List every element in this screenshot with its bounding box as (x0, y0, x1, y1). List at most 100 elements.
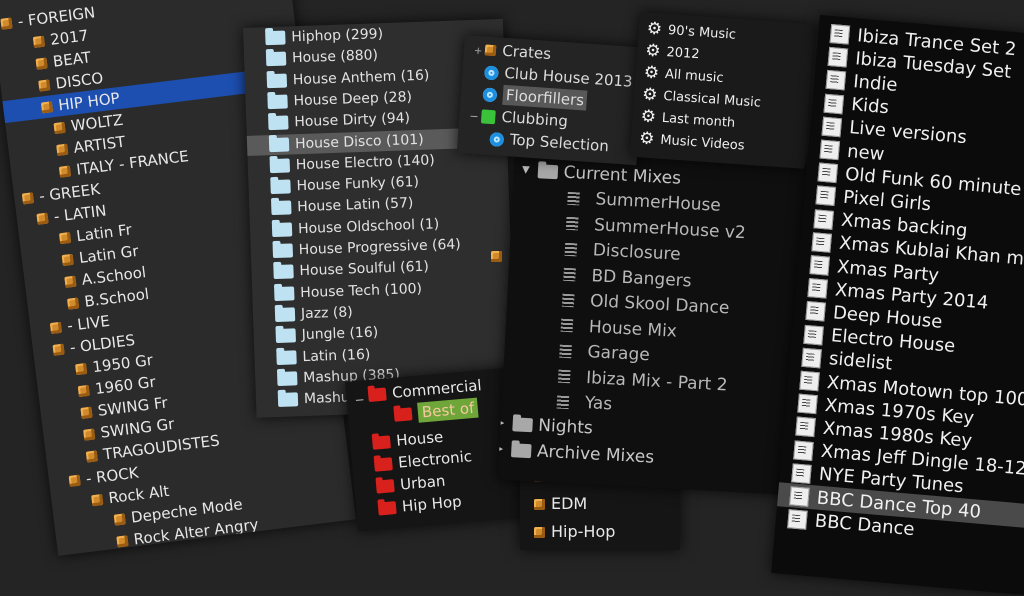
gear-icon: ⚙ (638, 128, 656, 150)
gear-icon: ⚙ (644, 40, 662, 62)
red-folder-item[interactable]: Hip Hop (377, 492, 463, 516)
red-folder-item[interactable]: Urban (375, 472, 446, 495)
cube-icon (38, 79, 51, 92)
smart-list-item[interactable]: ⚙ 2012 (644, 40, 700, 63)
mix-list-item[interactable]: BD Bangers (563, 265, 693, 291)
mix-list-item-label: Ibiza Mix - Part 2 (585, 367, 728, 395)
folder-item-label: House Funky (61) (296, 174, 420, 195)
folder-item[interactable]: House Anthem (16) (266, 67, 430, 88)
folder-item[interactable]: House Deep (28) (267, 89, 412, 109)
tree-item-label: - GREEK (38, 180, 101, 206)
folder-item-label: Latin (16) (302, 346, 371, 365)
mix-list-item-label: BD Bangers (591, 265, 693, 291)
tree-item[interactable]: - ROCK (68, 464, 140, 488)
smart-list-item[interactable]: ⚙ 90's Music (646, 19, 736, 44)
stray-cube-icon (491, 248, 502, 264)
red-folder-item-label: Electronic (397, 447, 473, 472)
folder-item[interactable]: House Tech (100) (274, 281, 422, 301)
cube-icon (83, 428, 96, 441)
cube-icon (40, 101, 54, 114)
folder-item[interactable]: Latin (16) (276, 346, 371, 365)
cube-icon (66, 297, 80, 310)
mix-list-item[interactable]: Disclosure (564, 240, 681, 265)
tree-item-label: 1950 Gr (91, 350, 154, 377)
genre-item-label: Hip-Hop (551, 522, 616, 541)
archive-mixes-folder[interactable]: ▶ Archive Mixes (498, 441, 655, 468)
mix-list-item-label: Old Skool Dance (589, 291, 730, 319)
folder-item[interactable]: House Progressive (64) (272, 237, 461, 258)
red-folder-item-label: Hip Hop (401, 492, 463, 516)
mix-list-item[interactable]: SummerHouse v2 (565, 215, 746, 243)
tree-item[interactable]: - LATIN (36, 201, 108, 226)
current-mixes-header[interactable]: ▼ Current Mixes (521, 162, 682, 189)
folder-item[interactable]: House Funky (61) (270, 174, 420, 195)
genre-item[interactable]: Hip-Hop (534, 524, 615, 540)
playlist-icon (825, 70, 847, 91)
smart-list-item[interactable]: ⚙ All music (643, 62, 724, 87)
red-folder-icon (375, 479, 395, 494)
tree-item-label: - LATIN (52, 201, 108, 226)
tree-item-label: - LIVE (66, 311, 111, 335)
smart-list-item[interactable]: ⚙ Music Videos (638, 128, 746, 154)
clubbing-node[interactable]: − Clubbing (468, 108, 569, 131)
genre-item[interactable]: EDM (534, 496, 587, 512)
folder-item[interactable]: House (880) (265, 48, 378, 67)
nights-folder[interactable]: ▶ Nights (498, 415, 594, 439)
playlist-icon (795, 416, 816, 438)
playlist-item[interactable]: sidelist (801, 347, 894, 375)
cube-icon (534, 499, 545, 510)
red-folder-item[interactable]: Electronic (373, 447, 473, 472)
folder-icon (277, 371, 298, 386)
tree-item[interactable]: BEAT (35, 48, 92, 72)
folder-item[interactable]: House Electro (140) (269, 152, 435, 174)
folder-icon (270, 179, 291, 195)
playlist-item[interactable]: new (819, 139, 885, 165)
tree-item-label: B.School (83, 284, 150, 311)
crates-node[interactable]: + Crates (474, 42, 552, 63)
folder-item[interactable]: Jungle (16) (275, 325, 378, 344)
tree-item[interactable]: ARTIST (56, 133, 126, 158)
smart-list-item[interactable]: ⚙ Classical Music (642, 84, 762, 111)
folder-item[interactable]: House Latin (57) (271, 196, 414, 216)
playlist-item-label: sidelist (828, 348, 894, 375)
folder-item[interactable]: Jazz (8) (274, 304, 353, 322)
tree-item[interactable]: WOLTZ (53, 111, 124, 136)
folder-item-label: Hiphop (299) (291, 26, 384, 46)
tree-item-label: 2017 (49, 26, 90, 49)
red-folder-item[interactable]: House (371, 428, 444, 451)
folder-icon (275, 328, 297, 344)
playlist-icon (797, 393, 818, 415)
tree-item[interactable]: B.School (66, 284, 150, 312)
nights-label: Nights (537, 415, 594, 439)
top-selection-node[interactable]: Top Selection (489, 130, 609, 155)
mix-list-item[interactable]: Ibiza Mix - Part 2 (557, 367, 728, 395)
folder-item[interactable]: House Oldschool (1) (271, 216, 440, 237)
folder-item[interactable]: Hiphop (299) (265, 26, 384, 46)
floorfillers-node[interactable]: Floorfillers (482, 84, 588, 111)
red-folder-item[interactable]: Best of (393, 397, 480, 423)
gear-icon: ⚙ (643, 62, 660, 84)
folder-item[interactable]: House Dirty (94) (268, 110, 411, 131)
tree-item[interactable]: 2017 (32, 26, 90, 50)
mix-list-item[interactable]: SummerHouse (567, 189, 721, 216)
mix-list-item[interactable]: Old Skool Dance (561, 291, 730, 319)
collapse-icon: − (468, 109, 480, 124)
list-icon (567, 191, 580, 205)
playlist-item[interactable]: Kids (823, 93, 890, 118)
tree-item[interactable]: - LIVE (49, 311, 111, 336)
mix-list-item[interactable]: Yas (556, 393, 613, 414)
folder-item-label: House Dirty (94) (294, 110, 411, 131)
mix-list-item[interactable]: House Mix (560, 317, 677, 341)
list-icon (559, 344, 572, 358)
folder-item[interactable]: House Disco (101) (243, 126, 500, 156)
mix-list-item[interactable]: Garage (559, 342, 650, 365)
folder-item[interactable]: House Soulful (61) (273, 259, 429, 279)
playlist-icon (821, 116, 843, 138)
tree-toggle-commercial[interactable]: − (354, 392, 365, 407)
tree-item-label: BEAT (51, 48, 92, 71)
tree-item-label: Latin Fr (75, 220, 133, 246)
playlist-item[interactable]: Indie (825, 70, 898, 96)
list-icon (563, 267, 576, 282)
folder-item-label: House Electro (140) (295, 152, 435, 174)
playlist-icon (805, 301, 826, 322)
